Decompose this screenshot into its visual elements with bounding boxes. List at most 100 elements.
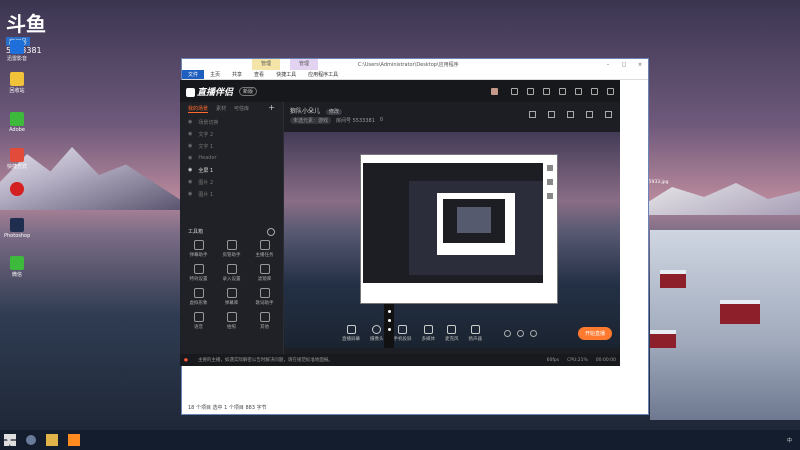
ribbon-tab-home[interactable]: 主页 (204, 70, 226, 79)
desktop-icon[interactable]: 回收站 (4, 72, 30, 94)
desktop-icon[interactable]: 迅雷影音 (4, 40, 30, 62)
ribbon-tab-view[interactable]: 查看 (248, 70, 270, 79)
multimedia-button[interactable]: 多媒体 (422, 324, 435, 342)
gift-icon[interactable] (548, 111, 555, 118)
eye-icon[interactable]: ◉ (188, 143, 192, 149)
microphone-button[interactable]: 麦克风 (445, 324, 459, 342)
settings-icon[interactable] (543, 87, 550, 95)
tool-lyrics[interactable]: 歌词助手 (248, 288, 281, 306)
scene-item-active[interactable]: ◉ 全屏 1 (180, 164, 283, 176)
go-live-button[interactable]: 开始直播 (577, 326, 612, 340)
tab-library[interactable]: 可信库 (234, 105, 249, 113)
tool-other[interactable]: 其他 (248, 312, 281, 330)
room-lock-count: 0 (379, 117, 384, 123)
desktop-icon[interactable]: Adobe (4, 112, 30, 133)
tool-avatar[interactable]: 虚拟形象 (182, 288, 215, 306)
ctx-tab-manage[interactable]: 管理 (252, 59, 280, 70)
eye-icon[interactable]: ◉ (188, 179, 192, 185)
tool-danmaku-assistant[interactable]: 弹幕助手 (182, 240, 215, 258)
file-explorer-icon[interactable] (46, 434, 58, 446)
shop-icon[interactable] (529, 111, 536, 118)
ribbon-tab-share[interactable]: 共享 (226, 70, 248, 79)
photoshop-icon (10, 218, 24, 232)
tool-effects[interactable]: 特效设置 (182, 264, 215, 282)
avatar[interactable] (491, 87, 498, 95)
version-badge[interactable]: 新版 (239, 86, 258, 96)
close-icon[interactable] (607, 87, 614, 95)
scene-item[interactable]: ◉ 场景切换 (180, 116, 283, 128)
tool-photo[interactable]: 拍照 (215, 312, 248, 330)
settings-icon[interactable] (530, 329, 537, 337)
windows-start-icon[interactable] (4, 434, 16, 446)
user-icon (226, 240, 237, 250)
eye-icon[interactable] (517, 329, 524, 337)
menu-icon[interactable] (559, 87, 566, 95)
message-icon[interactable] (511, 87, 518, 95)
scene-item[interactable]: ◉ 图片 2 (180, 176, 283, 188)
room-meta: 未选元素：游戏 房间号 5533381 0 (284, 117, 620, 124)
app-icon (10, 40, 24, 54)
room-category[interactable]: 未选元素：游戏 (290, 117, 332, 124)
eye-icon[interactable]: ◉ (188, 167, 192, 173)
extra-controls (504, 329, 537, 337)
ribbon-tab-shortcut-tools[interactable]: 快捷工具 (270, 70, 302, 79)
tab-my-scenes[interactable]: 我的场景 (188, 105, 209, 113)
preview-nested-screen (409, 181, 543, 275)
settings-icon[interactable] (586, 111, 593, 118)
maximize-icon[interactable] (591, 87, 598, 95)
scene-item[interactable]: ◉ Header (180, 152, 283, 164)
ribbon-tab-app-tools[interactable]: 应用程序工具 (302, 70, 344, 79)
app-logo-text: 直播伴侣 (197, 87, 234, 98)
more-tools-icon[interactable] (267, 228, 275, 236)
close-icon[interactable]: × (632, 62, 648, 68)
music-icon (259, 288, 270, 298)
eye-icon[interactable]: ◉ (188, 191, 192, 197)
record-icon[interactable] (504, 329, 511, 337)
status-fps: 60fps (546, 357, 560, 363)
share-icon[interactable] (605, 111, 612, 118)
add-scene-icon[interactable]: + (268, 104, 275, 113)
minimize-icon[interactable]: – (600, 62, 616, 68)
logo-mark-icon (186, 87, 195, 97)
ctx-tab-manage[interactable]: 管理 (290, 59, 318, 70)
eye-icon[interactable]: ◉ (188, 155, 192, 161)
camera-button[interactable]: 摄像头 (370, 324, 384, 342)
desktop-icon-label: 微信 (11, 272, 22, 278)
eye-icon[interactable]: ◉ (188, 119, 192, 125)
filter-icon (259, 264, 270, 274)
task-view-icon[interactable] (26, 435, 36, 445)
minimize-icon[interactable] (575, 87, 582, 95)
copy-icon[interactable] (567, 111, 574, 118)
desktop-icon[interactable]: Photoshop (4, 218, 30, 239)
app-statusbar: ● 主要的主播，如遇实际解密公告时解决问题，请在规范标准地面报。 60fps C… (180, 354, 620, 366)
scene-item[interactable]: ◉ 图片 1 (180, 188, 283, 200)
desktop-icon[interactable]: 微信 (4, 256, 30, 278)
tool-filter[interactable]: 滤镜库 (248, 264, 281, 282)
desktop-icon[interactable]: 快捷方式 (4, 148, 30, 170)
taskbar-ime[interactable]: 中 (787, 437, 792, 444)
star-icon (10, 72, 24, 86)
tool-danmaku-lib[interactable]: 弹幕库 (215, 288, 248, 306)
maximize-icon[interactable]: □ (616, 62, 632, 68)
preview-nested-screen (457, 207, 491, 233)
ribbon-tab-file[interactable]: 文件 (182, 70, 205, 79)
edit-title-button[interactable]: 修改 (325, 109, 342, 115)
screen-capture-button[interactable]: 直播屏幕 (342, 324, 360, 342)
tool-voice[interactable]: 语音 (182, 312, 215, 330)
desktop-icon[interactable] (4, 182, 30, 196)
eye-icon[interactable]: ◉ (188, 131, 192, 137)
tool-room-manager[interactable]: 房管助手 (215, 240, 248, 258)
speaker-button[interactable]: 扬声器 (469, 324, 482, 342)
source-controls: 直播屏幕 摄像头 手机投屏 多媒体 麦克风 扬声器 开始直播 (284, 318, 620, 348)
scene-item[interactable]: ◉ 文字 1 (180, 140, 283, 152)
tool-anchor-task[interactable]: 主播任务 (248, 240, 281, 258)
phone-cast-button[interactable]: 手机投屏 (394, 324, 412, 342)
tool-record[interactable]: 录入设置 (215, 264, 248, 282)
live-companion-taskbar-icon[interactable] (68, 434, 80, 446)
gift-icon[interactable] (527, 87, 534, 95)
tool-label: 虚拟形象 (189, 301, 208, 306)
scene-item[interactable]: ◉ 文字 2 (180, 128, 283, 140)
tab-materials[interactable]: 素材 (216, 105, 226, 113)
live-preview[interactable] (284, 132, 620, 348)
danmaku-icon (193, 240, 204, 250)
